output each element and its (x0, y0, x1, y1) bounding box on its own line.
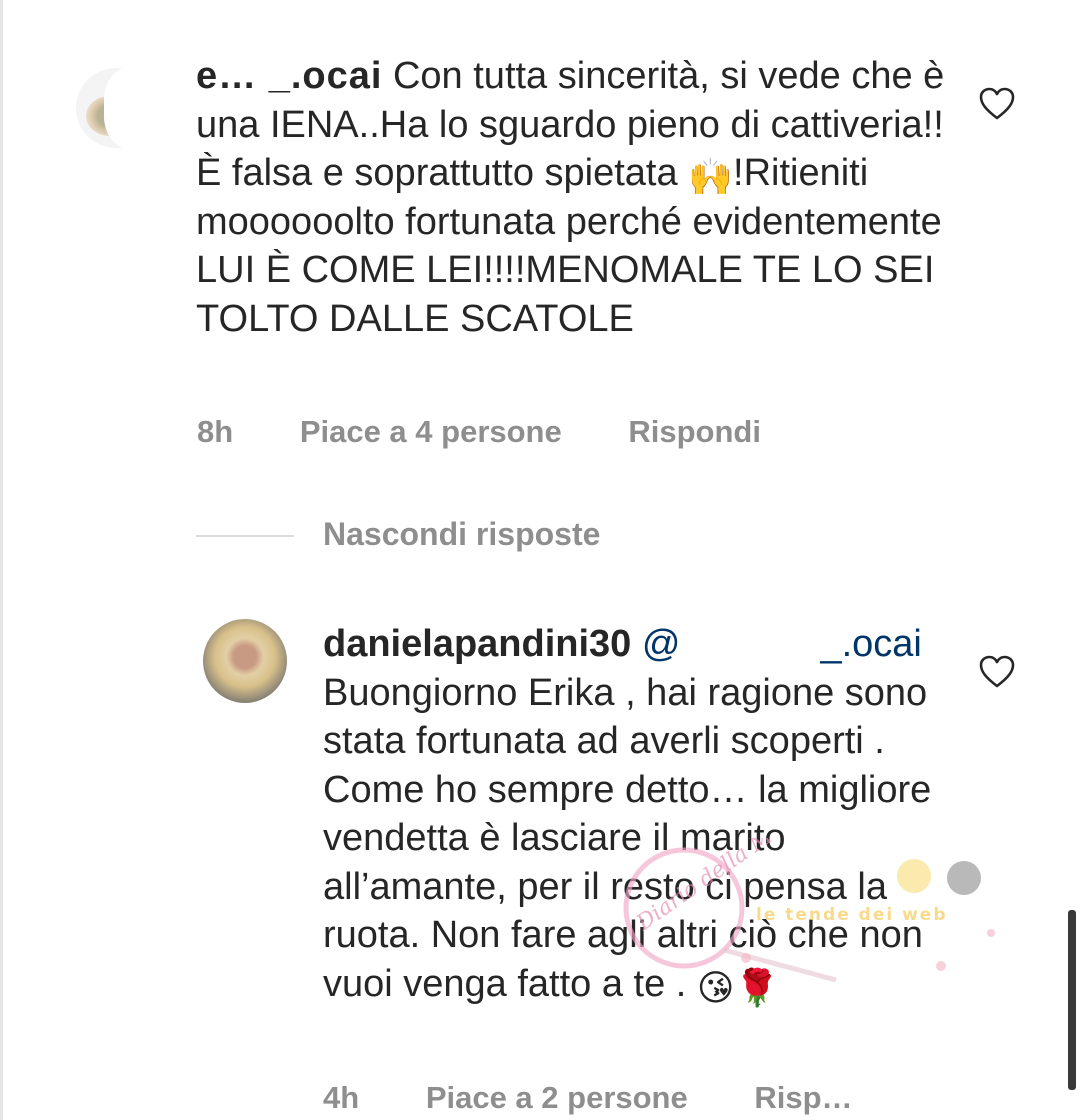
comment-username[interactable]: e… _.ocai (196, 55, 382, 97)
heart-icon[interactable] (979, 655, 1015, 689)
comment-2: danielapandini30 @ _.ocai Buongiorno Erik… (323, 620, 943, 1008)
mention-link[interactable]: @ _.ocai (642, 623, 922, 665)
thread-divider (196, 535, 294, 537)
kiss-emoji: 😘 (696, 966, 735, 1008)
reply-button[interactable]: Rispondi (628, 414, 761, 449)
comment-time: 8h (197, 414, 234, 449)
comment-meta: 8h Piace a 4 persone Rispondi (197, 414, 819, 450)
likes-count-link[interactable]: Piace a 2 persone (426, 1080, 688, 1115)
mention-prefix: @ (641, 623, 681, 665)
comment-text: Buongiorno Erika , hai ragione sono stat… (323, 671, 932, 1005)
avatar[interactable] (76, 68, 156, 148)
comment-username[interactable]: danielapandini30 (323, 623, 631, 665)
hide-replies-button[interactable]: Nascondi risposte (323, 516, 600, 553)
screen-edge (0, 0, 3, 1120)
comment-meta: 4h Piace a 2 persone Risp… (323, 1080, 911, 1116)
avatar-redaction (104, 68, 156, 148)
raising-hands-emoji: 🙌 (688, 156, 734, 197)
mention-visible: _.ocai (820, 623, 922, 665)
comment-1: e… _.ocai Con tutta sincerità, si vede c… (196, 52, 956, 343)
heart-icon[interactable] (979, 87, 1015, 121)
likes-count-link[interactable]: Piace a 4 persone (300, 414, 562, 449)
comment-time: 4h (323, 1080, 360, 1115)
rose-emoji: 🌹 (734, 966, 780, 1008)
reply-button[interactable]: Risp… (754, 1080, 852, 1115)
avatar[interactable] (203, 619, 287, 703)
scrollbar[interactable] (1068, 910, 1076, 1090)
